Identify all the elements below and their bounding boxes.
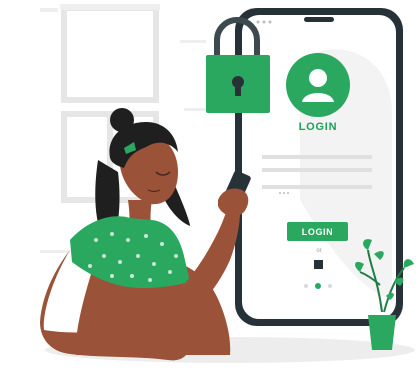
divider-or-text: or xyxy=(316,248,322,254)
illustration-art xyxy=(40,4,415,363)
login-illustration: LOGIN LOGIN or xyxy=(0,0,420,371)
woman-figure xyxy=(40,108,251,361)
login-button[interactable]: LOGIN xyxy=(287,222,348,241)
user-avatar-icon xyxy=(286,53,350,117)
login-title: LOGIN xyxy=(298,121,338,133)
